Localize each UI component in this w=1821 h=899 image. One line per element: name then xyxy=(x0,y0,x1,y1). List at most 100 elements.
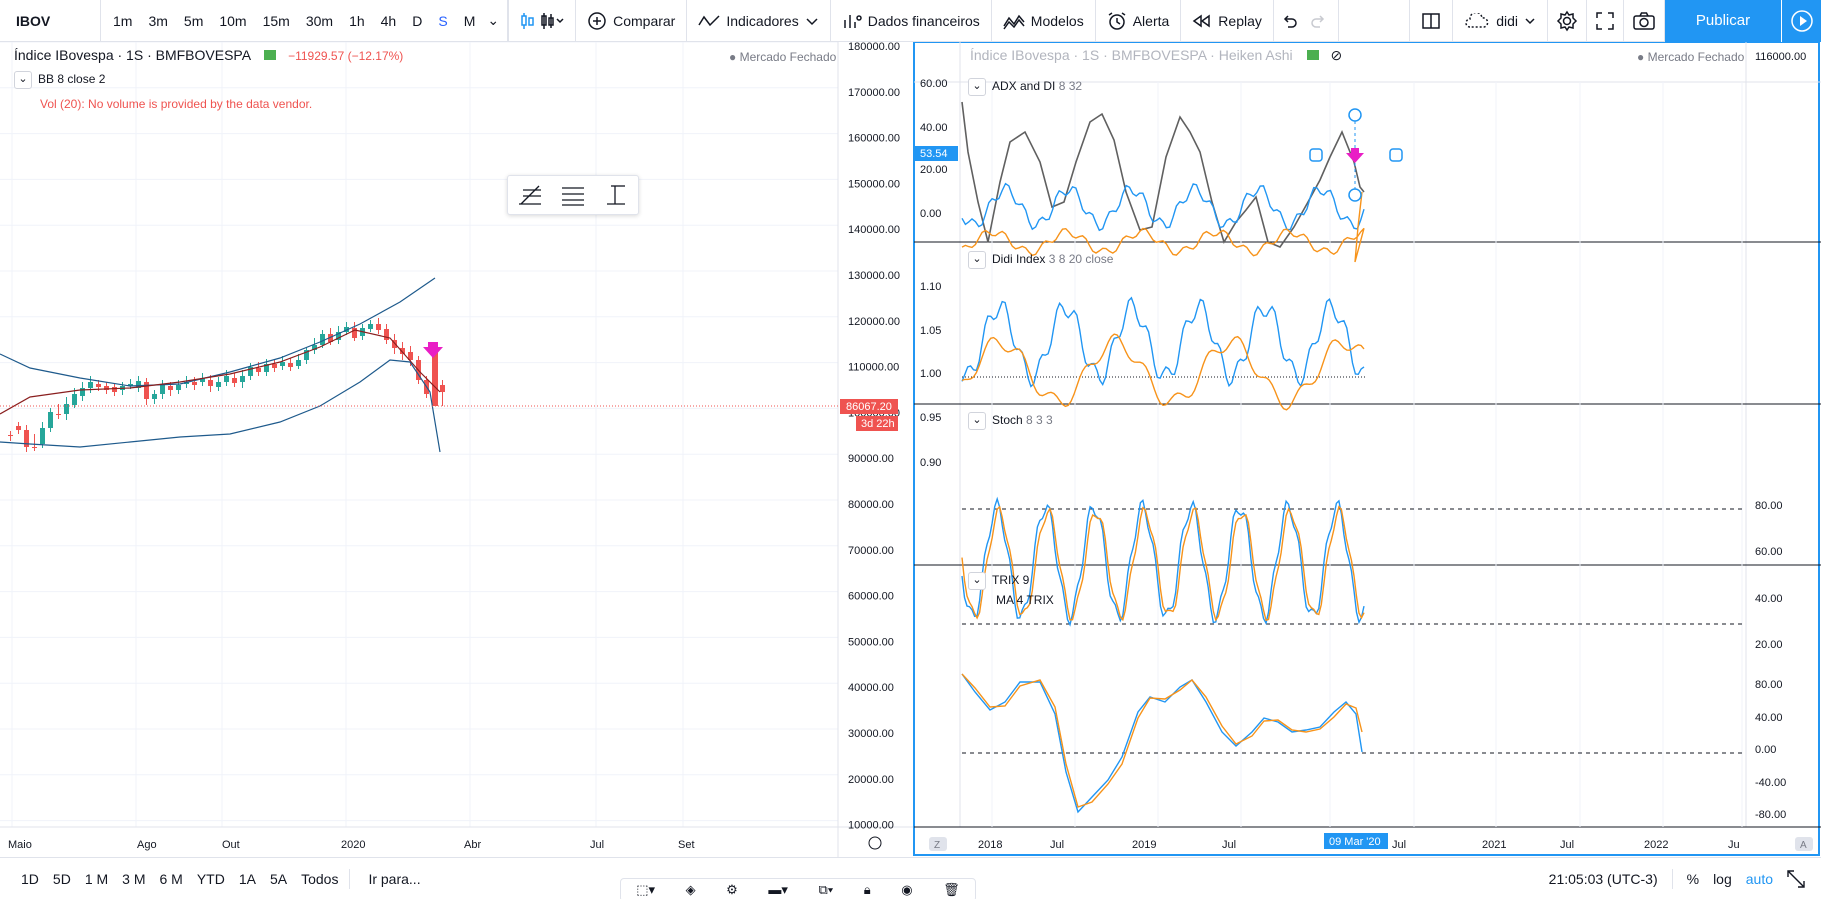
interval-1h[interactable]: 1h xyxy=(341,13,373,29)
time-tick-label: 2020 xyxy=(341,839,365,851)
interval-5m[interactable]: 5m xyxy=(176,13,211,29)
fib-retracement-icon[interactable] xyxy=(517,182,543,208)
right-chart-legend: Índice IBovespa · 1S · BMFBOVESPA · Heik… xyxy=(970,47,1342,64)
range-6M[interactable]: 6 M xyxy=(153,871,190,887)
layout-name: didi xyxy=(1496,13,1518,29)
price-tick-label: 20000.00 xyxy=(848,774,894,786)
pane-legend-didi[interactable]: ⌄ Didi Index 3 8 20 close xyxy=(968,251,1113,269)
price-tick-label: 40000.00 xyxy=(848,682,894,694)
replay-button[interactable]: Replay xyxy=(1181,0,1274,42)
candle-body xyxy=(224,376,229,382)
symbol-search[interactable]: IBOV xyxy=(0,13,100,29)
range-1D[interactable]: 1D xyxy=(14,871,46,887)
expand-icon[interactable] xyxy=(1787,870,1805,888)
chevron-down-icon[interactable]: ⌄ xyxy=(483,12,503,29)
interval-15m[interactable]: 15m xyxy=(255,13,298,29)
range-Todos[interactable]: Todos xyxy=(294,871,345,887)
range-5D[interactable]: 5D xyxy=(46,871,78,887)
clone-icon[interactable]: ⧉▾ xyxy=(818,882,833,898)
interval-10m[interactable]: 10m xyxy=(211,13,254,29)
template-icon[interactable]: ▬▾ xyxy=(768,882,788,898)
eye-icon[interactable]: ◉ xyxy=(901,882,912,898)
chart-area[interactable]: 180000.00 170000.00 160000.00 150000.00 1400… xyxy=(0,33,1821,857)
chevron-down-icon[interactable]: ⌄ xyxy=(968,572,986,590)
trash-icon[interactable]: 🗑︎ xyxy=(943,882,960,898)
price-tick-label: 160000.00 xyxy=(848,133,900,145)
candles-style-icon xyxy=(541,12,564,29)
settings-gear-icon[interactable]: ⚙ xyxy=(726,882,738,898)
candle-body xyxy=(288,363,293,367)
time-tick-label: 2018 xyxy=(978,839,1002,851)
hide-eye-icon[interactable]: ⊘ xyxy=(1330,47,1342,63)
time-tick-label: Jul xyxy=(1392,839,1406,851)
price-tick-label: 10000.00 xyxy=(848,820,894,832)
settings-button[interactable] xyxy=(1548,0,1587,42)
interval-M[interactable]: M xyxy=(456,13,484,29)
candle-body xyxy=(176,385,181,390)
trix-axis-label: 0.00 xyxy=(1755,744,1776,756)
time-tick-label: Ju xyxy=(1728,839,1740,851)
bb-legend-text: BB 8 close 2 xyxy=(38,72,106,87)
active-chart-border xyxy=(913,41,1820,856)
range-1A[interactable]: 1A xyxy=(232,871,263,887)
log-toggle[interactable]: log xyxy=(1713,871,1732,887)
undo-button[interactable] xyxy=(1274,0,1304,42)
replay-label: Replay xyxy=(1218,12,1262,29)
chevron-down-icon[interactable]: ⌄ xyxy=(968,412,986,430)
layout-name-button[interactable]: didi xyxy=(1453,0,1548,42)
chevron-down-icon[interactable]: ⌄ xyxy=(968,78,986,96)
pane-legend-adx[interactable]: ⌄ ADX and DI 8 32 xyxy=(968,78,1082,96)
range-1M[interactable]: 1 M xyxy=(78,871,115,887)
interval-30m[interactable]: 30m xyxy=(298,13,341,29)
price-tick-label: 50000.00 xyxy=(848,636,894,648)
adx-line xyxy=(961,101,1365,248)
financials-button[interactable]: Dados financeiros xyxy=(831,0,992,42)
pane-legend-stoch[interactable]: ⌄ Stoch 8 3 3 xyxy=(968,412,1053,430)
select-tool-icon[interactable]: ⬚▾ xyxy=(636,882,655,898)
fullscreen-button[interactable] xyxy=(1587,0,1624,42)
range-3M[interactable]: 3 M xyxy=(115,871,152,887)
clock[interactable]: 21:05:03 (UTC-3) xyxy=(1549,871,1658,887)
goto-date-button[interactable]: Ir para... xyxy=(349,868,421,889)
interval-3m[interactable]: 3m xyxy=(140,13,175,29)
paint-bucket-icon[interactable]: ◈ xyxy=(686,882,696,898)
snapshot-button[interactable] xyxy=(1624,0,1665,42)
di-plus-line xyxy=(961,182,1365,232)
range-5A[interactable]: 5A xyxy=(263,871,294,887)
adx-axis-label: 60.00 xyxy=(920,78,948,90)
publish-button[interactable]: Publicar xyxy=(1665,0,1781,42)
lock-icon[interactable]: 🔒︎ xyxy=(864,882,871,898)
percent-toggle[interactable]: % xyxy=(1687,871,1699,887)
auto-toggle[interactable]: auto xyxy=(1746,871,1773,887)
publish-play-button[interactable] xyxy=(1781,0,1821,42)
candle-body xyxy=(272,364,277,368)
range-YTD[interactable]: YTD xyxy=(190,871,232,887)
price-tick-label: 120000.00 xyxy=(848,316,900,328)
templates-button[interactable]: Modelos xyxy=(992,0,1096,42)
interval-4h[interactable]: 4h xyxy=(373,13,405,29)
tradingview-app: IBOV 1m 3m 5m 10m 15m 30m 1h 4h D S M ⌄ Comparar In… xyxy=(0,0,1821,899)
price-range-icon[interactable] xyxy=(603,182,629,208)
chevron-down-icon[interactable]: ⌄ xyxy=(968,251,986,269)
lines-icon[interactable] xyxy=(560,182,586,208)
candle-body xyxy=(168,386,173,390)
chevron-down-icon[interactable]: ⌄ xyxy=(14,71,32,89)
pane-legend-trix[interactable]: ⌄ TRIX 9 xyxy=(968,572,1029,590)
alert-button[interactable]: Alerta xyxy=(1096,0,1182,42)
right-chart-title: Índice IBovespa · 1S · BMFBOVESPA · Heik… xyxy=(970,47,1293,63)
redo-button[interactable] xyxy=(1304,0,1339,42)
chart-canvas[interactable]: 180000.00 170000.00 160000.00 150000.00 1400… xyxy=(0,33,1821,857)
bb-legend[interactable]: ⌄ BB 8 close 2 xyxy=(14,71,105,89)
time-tick-label: Out xyxy=(222,839,240,851)
layout-button[interactable] xyxy=(1409,0,1454,42)
interval-1m[interactable]: 1m xyxy=(105,13,140,29)
interval-S[interactable]: S xyxy=(430,13,455,29)
templates-label: Modelos xyxy=(1030,12,1084,29)
compare-button[interactable]: Comparar xyxy=(576,0,688,42)
indicators-button[interactable]: Indicadores xyxy=(687,0,831,42)
alarm-clock-icon xyxy=(1108,11,1126,30)
chart-type-bars-button[interactable] xyxy=(508,0,577,42)
flag-icon xyxy=(1306,50,1319,60)
adx-axis-label: 80.00 xyxy=(920,42,948,45)
interval-D[interactable]: D xyxy=(404,13,430,29)
